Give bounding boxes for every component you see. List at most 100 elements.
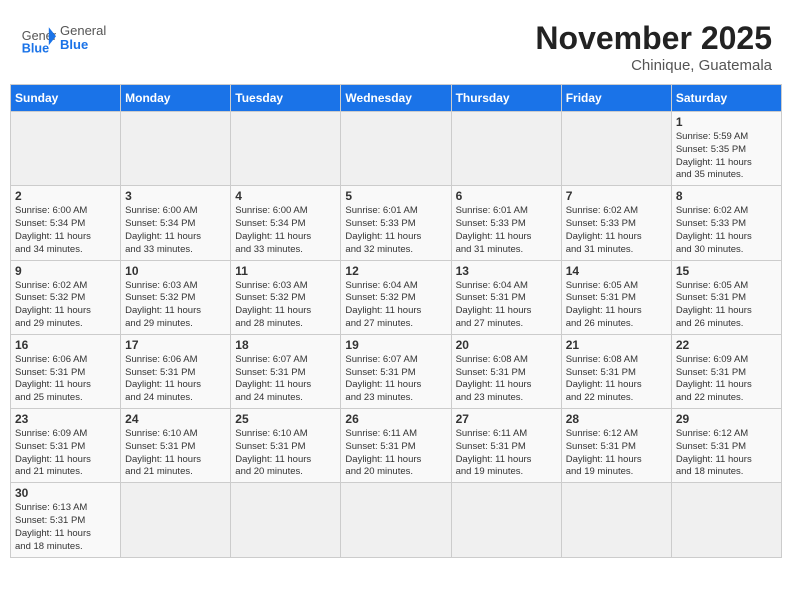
calendar-cell: 9Sunrise: 6:02 AM Sunset: 5:32 PM Daylig… bbox=[11, 260, 121, 334]
day-number: 18 bbox=[235, 338, 336, 352]
cell-sun-info: Sunrise: 6:01 AM Sunset: 5:33 PM Dayligh… bbox=[345, 205, 446, 256]
cell-sun-info: Sunrise: 6:08 AM Sunset: 5:31 PM Dayligh… bbox=[566, 354, 667, 405]
title-block: November 2025 Chinique, Guatemala bbox=[535, 20, 772, 74]
calendar-cell bbox=[671, 483, 781, 557]
day-number: 30 bbox=[15, 486, 116, 500]
calendar-cell: 10 Sunrise: 6:03 AM Sunset: 5:32 PM Dayli… bbox=[121, 260, 231, 334]
calendar-week-row: 23Sunrise: 6:09 AM Sunset: 5:31 PM Dayli… bbox=[11, 409, 782, 483]
day-number: 12 bbox=[345, 264, 446, 278]
day-number: 9 bbox=[15, 264, 116, 278]
cell-sun-info: Sunrise: 6:10 AM Sunset: 5:31 PM Dayligh… bbox=[125, 428, 226, 479]
cell-sun-info: Sunrise: 6:01 AM Sunset: 5:33 PM Dayligh… bbox=[456, 205, 557, 256]
calendar-cell: 4 Sunrise: 6:00 AM Sunset: 5:34 PM Daylig… bbox=[231, 186, 341, 260]
cell-sun-info: Sunrise: 6:03 AM Sunset: 5:32 PM Dayligh… bbox=[235, 280, 336, 331]
calendar-table: SundayMondayTuesdayWednesdayThursdayFrid… bbox=[10, 84, 782, 558]
calendar-week-row: 30 Sunrise: 6:13 AM Sunset: 5:31 PM Dayli… bbox=[11, 483, 782, 557]
day-number: 11 bbox=[235, 264, 336, 278]
cell-sun-info: Sunrise: 6:03 AM Sunset: 5:32 PM Dayligh… bbox=[125, 280, 226, 331]
calendar-cell bbox=[121, 112, 231, 186]
days-header-row: SundayMondayTuesdayWednesdayThursdayFrid… bbox=[11, 85, 782, 112]
month-title: November 2025 bbox=[535, 20, 772, 57]
logo: General Blue General Blue bbox=[20, 20, 106, 56]
cell-sun-info: Sunrise: 6:12 AM Sunset: 5:31 PM Dayligh… bbox=[676, 428, 777, 479]
day-number: 23 bbox=[15, 412, 116, 426]
calendar-cell bbox=[451, 483, 561, 557]
calendar-cell: 18 Sunrise: 6:07 AM Sunset: 5:31 PM Dayli… bbox=[231, 334, 341, 408]
calendar-cell: 5 Sunrise: 6:01 AM Sunset: 5:33 PM Daylig… bbox=[341, 186, 451, 260]
calendar-cell: 8Sunrise: 6:02 AM Sunset: 5:33 PM Daylig… bbox=[671, 186, 781, 260]
calendar-cell: 11 Sunrise: 6:03 AM Sunset: 5:32 PM Dayli… bbox=[231, 260, 341, 334]
calendar-cell: 7 Sunrise: 6:02 AM Sunset: 5:33 PM Daylig… bbox=[561, 186, 671, 260]
calendar-cell bbox=[341, 483, 451, 557]
day-number: 5 bbox=[345, 189, 446, 203]
day-number: 16 bbox=[15, 338, 116, 352]
calendar-cell: 13Sunrise: 6:04 AM Sunset: 5:31 PM Dayli… bbox=[451, 260, 561, 334]
page-header: General Blue General Blue November 2025 … bbox=[10, 10, 782, 79]
day-number: 1 bbox=[676, 115, 777, 129]
day-header-monday: Monday bbox=[121, 85, 231, 112]
calendar-cell bbox=[451, 112, 561, 186]
calendar-cell: 15 Sunrise: 6:05 AM Sunset: 5:31 PM Dayli… bbox=[671, 260, 781, 334]
calendar-cell: 19 Sunrise: 6:07 AM Sunset: 5:31 PM Dayli… bbox=[341, 334, 451, 408]
calendar-cell: 22 Sunrise: 6:09 AM Sunset: 5:31 PM Dayli… bbox=[671, 334, 781, 408]
cell-sun-info: Sunrise: 6:05 AM Sunset: 5:31 PM Dayligh… bbox=[676, 280, 777, 331]
day-number: 17 bbox=[125, 338, 226, 352]
calendar-cell bbox=[121, 483, 231, 557]
cell-sun-info: Sunrise: 6:00 AM Sunset: 5:34 PM Dayligh… bbox=[15, 205, 116, 256]
calendar-cell bbox=[231, 112, 341, 186]
cell-sun-info: Sunrise: 6:06 AM Sunset: 5:31 PM Dayligh… bbox=[15, 354, 116, 405]
calendar-cell bbox=[231, 483, 341, 557]
logo-icon: General Blue bbox=[20, 20, 56, 56]
day-number: 25 bbox=[235, 412, 336, 426]
cell-sun-info: Sunrise: 6:08 AM Sunset: 5:31 PM Dayligh… bbox=[456, 354, 557, 405]
calendar-cell: 16 Sunrise: 6:06 AM Sunset: 5:31 PM Dayli… bbox=[11, 334, 121, 408]
day-number: 4 bbox=[235, 189, 336, 203]
cell-sun-info: Sunrise: 6:09 AM Sunset: 5:31 PM Dayligh… bbox=[676, 354, 777, 405]
day-number: 3 bbox=[125, 189, 226, 203]
logo-general-text: General bbox=[60, 24, 106, 38]
calendar-cell: 2Sunrise: 6:00 AM Sunset: 5:34 PM Daylig… bbox=[11, 186, 121, 260]
calendar-cell: 28Sunrise: 6:12 AM Sunset: 5:31 PM Dayli… bbox=[561, 409, 671, 483]
calendar-cell: 3Sunrise: 6:00 AM Sunset: 5:34 PM Daylig… bbox=[121, 186, 231, 260]
day-number: 6 bbox=[456, 189, 557, 203]
calendar-cell: 1 Sunrise: 5:59 AM Sunset: 5:35 PM Daylig… bbox=[671, 112, 781, 186]
cell-sun-info: Sunrise: 6:11 AM Sunset: 5:31 PM Dayligh… bbox=[456, 428, 557, 479]
calendar-cell: 29 Sunrise: 6:12 AM Sunset: 5:31 PM Dayli… bbox=[671, 409, 781, 483]
day-number: 28 bbox=[566, 412, 667, 426]
calendar-cell: 24Sunrise: 6:10 AM Sunset: 5:31 PM Dayli… bbox=[121, 409, 231, 483]
calendar-cell: 25Sunrise: 6:10 AM Sunset: 5:31 PM Dayli… bbox=[231, 409, 341, 483]
day-number: 21 bbox=[566, 338, 667, 352]
calendar-cell: 23Sunrise: 6:09 AM Sunset: 5:31 PM Dayli… bbox=[11, 409, 121, 483]
cell-sun-info: Sunrise: 6:02 AM Sunset: 5:33 PM Dayligh… bbox=[566, 205, 667, 256]
day-number: 19 bbox=[345, 338, 446, 352]
day-header-thursday: Thursday bbox=[451, 85, 561, 112]
calendar-cell bbox=[341, 112, 451, 186]
calendar-week-row: 2Sunrise: 6:00 AM Sunset: 5:34 PM Daylig… bbox=[11, 186, 782, 260]
cell-sun-info: Sunrise: 6:02 AM Sunset: 5:33 PM Dayligh… bbox=[676, 205, 777, 256]
day-number: 7 bbox=[566, 189, 667, 203]
day-number: 26 bbox=[345, 412, 446, 426]
cell-sun-info: Sunrise: 6:00 AM Sunset: 5:34 PM Dayligh… bbox=[235, 205, 336, 256]
day-header-friday: Friday bbox=[561, 85, 671, 112]
cell-sun-info: Sunrise: 6:06 AM Sunset: 5:31 PM Dayligh… bbox=[125, 354, 226, 405]
cell-sun-info: Sunrise: 6:07 AM Sunset: 5:31 PM Dayligh… bbox=[345, 354, 446, 405]
day-number: 29 bbox=[676, 412, 777, 426]
day-number: 27 bbox=[456, 412, 557, 426]
day-header-wednesday: Wednesday bbox=[341, 85, 451, 112]
calendar-cell: 20Sunrise: 6:08 AM Sunset: 5:31 PM Dayli… bbox=[451, 334, 561, 408]
calendar-cell: 30 Sunrise: 6:13 AM Sunset: 5:31 PM Dayli… bbox=[11, 483, 121, 557]
calendar-cell bbox=[11, 112, 121, 186]
calendar-cell: 26Sunrise: 6:11 AM Sunset: 5:31 PM Dayli… bbox=[341, 409, 451, 483]
day-number: 22 bbox=[676, 338, 777, 352]
day-number: 14 bbox=[566, 264, 667, 278]
day-number: 13 bbox=[456, 264, 557, 278]
day-header-sunday: Sunday bbox=[11, 85, 121, 112]
cell-sun-info: Sunrise: 6:07 AM Sunset: 5:31 PM Dayligh… bbox=[235, 354, 336, 405]
calendar-cell: 27 Sunrise: 6:11 AM Sunset: 5:31 PM Dayli… bbox=[451, 409, 561, 483]
day-number: 10 bbox=[125, 264, 226, 278]
calendar-cell: 17 Sunrise: 6:06 AM Sunset: 5:31 PM Dayli… bbox=[121, 334, 231, 408]
calendar-week-row: 1 Sunrise: 5:59 AM Sunset: 5:35 PM Daylig… bbox=[11, 112, 782, 186]
day-number: 15 bbox=[676, 264, 777, 278]
cell-sun-info: Sunrise: 6:13 AM Sunset: 5:31 PM Dayligh… bbox=[15, 502, 116, 553]
cell-sun-info: Sunrise: 5:59 AM Sunset: 5:35 PM Dayligh… bbox=[676, 131, 777, 182]
